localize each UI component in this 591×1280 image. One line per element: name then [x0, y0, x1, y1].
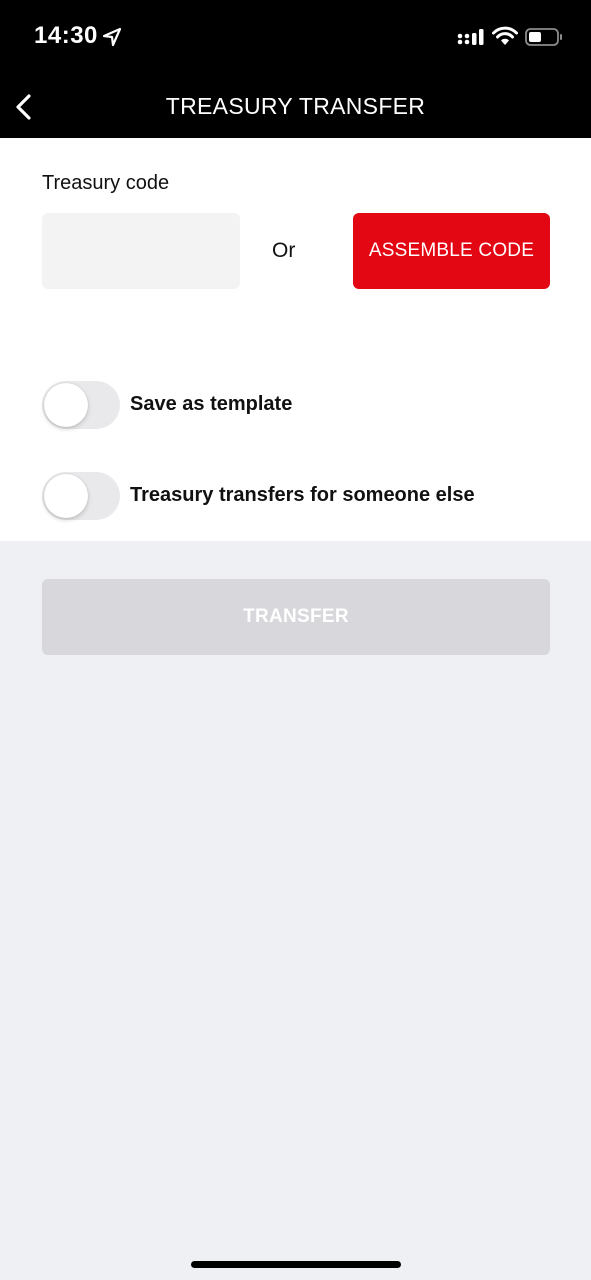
battery-icon: [525, 28, 562, 46]
assemble-code-button[interactable]: ASSEMBLE CODE: [353, 213, 550, 289]
wifi-icon: [492, 26, 518, 45]
toggle-knob: [44, 383, 88, 427]
save-as-template-toggle[interactable]: [42, 381, 120, 429]
or-separator: Or: [272, 239, 296, 262]
page-title: TREASURY TRANSFER: [165, 93, 426, 119]
treasury-code-input[interactable]: [42, 213, 240, 289]
save-as-template-row: Save as template: [42, 381, 562, 429]
transfer-for-someone-else-label: Treasury transfers for someone else: [130, 484, 475, 506]
status-bar: 14:30: [0, 0, 591, 74]
location-arrow-icon: [102, 27, 122, 47]
toggle-knob: [44, 474, 88, 518]
home-indicator: [191, 1261, 401, 1268]
back-button[interactable]: [8, 82, 52, 130]
nav-bar: TREASURY TRANSFER: [0, 74, 591, 138]
transfer-button[interactable]: TRANSFER: [42, 579, 550, 655]
treasury-code-label: Treasury code: [42, 172, 170, 194]
transfer-button-label: TRANSFER: [243, 606, 349, 627]
cellular-signal-icon: [457, 29, 484, 45]
assemble-code-label: ASSEMBLE CODE: [368, 240, 535, 261]
screen: 14:30 TREASURY TRANSFER Treasury code Or…: [0, 0, 591, 1280]
form-section: Treasury code Or ASSEMBLE CODE Save as t…: [0, 138, 591, 541]
status-time: 14:30: [34, 22, 98, 49]
transfer-for-someone-else-row: Treasury transfers for someone else: [42, 472, 562, 520]
save-as-template-label: Save as template: [130, 393, 293, 415]
chevron-left-icon: [16, 94, 31, 120]
transfer-for-someone-else-toggle[interactable]: [42, 472, 120, 520]
